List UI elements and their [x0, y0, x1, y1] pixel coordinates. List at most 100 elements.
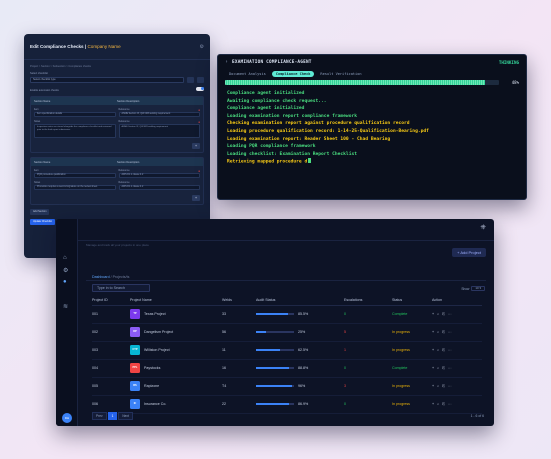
add-project-button[interactable]: + Add Project [452, 248, 486, 257]
page-size-select[interactable]: 10 ▾ [471, 286, 485, 291]
tab-compliance-check[interactable]: Compliance Check [271, 70, 315, 77]
field-reference-input[interactable]: ASME Section IX, QW-483 welding requirem… [118, 112, 200, 117]
breadcrumb-current: Projects/ts [112, 275, 130, 279]
home-icon[interactable]: ⌂ [63, 255, 67, 261]
layers-icon[interactable]: ≋ [63, 303, 68, 310]
field-reference-2-textarea[interactable]: ASME Section IX, QW-483 welding requirem… [118, 124, 200, 138]
search-icon[interactable]: ⌕ [437, 348, 440, 352]
copy-icon[interactable]: ⎘ [442, 366, 446, 370]
project-name-text[interactable]: Rapizone [144, 384, 159, 388]
more-icon[interactable]: ⋯ [448, 348, 453, 352]
checklist-type-select[interactable]: Select checklist type [30, 77, 184, 83]
terminal-log-line: Loading procedure qualification record: … [227, 128, 429, 134]
search-icon[interactable]: ⌕ [437, 384, 440, 388]
field-reference-input[interactable]: AWS D1.1 clause 4.2 [118, 173, 200, 178]
audit-percent: 85.5% [298, 312, 309, 316]
add-icon[interactable]: + [432, 366, 435, 370]
column-header-status[interactable]: Status [392, 296, 432, 306]
add-item-button[interactable]: + [192, 195, 200, 201]
update-checklist-button[interactable]: Update Checklist [30, 219, 55, 225]
search-icon[interactable]: ⌕ [437, 366, 440, 370]
field-notes-input[interactable]: Procedure requires a second signature on… [34, 185, 116, 190]
search-input[interactable]: Type in to Search [92, 284, 150, 292]
table-row[interactable]: 003 CTP Williston Project 11 62.5% 1 In progre… [92, 341, 482, 360]
row-actions: + ⌕ ⎘ ⋯ [432, 305, 482, 324]
checklist-type-label: Select checklist [30, 72, 48, 75]
pagination-page-1[interactable]: 1 [107, 412, 118, 420]
more-icon[interactable]: ⋯ [448, 384, 453, 388]
project-name-text[interactable]: Texas Project [144, 312, 166, 316]
terminal-log-line: Loading examination report compliance fr… [227, 113, 357, 119]
section-card: Section Name Section Description Item It… [30, 96, 204, 153]
copy-icon[interactable]: ⎘ [442, 312, 446, 316]
pagination-next[interactable]: Next [118, 412, 133, 420]
tab-result-verification[interactable]: Result Verification [316, 71, 365, 77]
column-header-audit-status[interactable]: Audit Status [256, 296, 344, 306]
add-icon[interactable]: + [432, 312, 435, 316]
field-notes: Notes Inspection notes are stored alongs… [34, 120, 116, 138]
settings-icon[interactable]: ⚙ [63, 267, 68, 274]
table-row[interactable]: 005 RS Rapizone T4 96% 3 In progress + ⌕ ⎘ ⋯ [92, 377, 482, 396]
terminal-log-line: Awaiting compliance check request... [227, 98, 327, 104]
cell-status: Complete [392, 359, 432, 378]
tab-document-analysis[interactable]: Document Analysis [225, 71, 270, 77]
breadcrumb-dashboard-link[interactable]: Dashboard [92, 275, 110, 279]
add-icon[interactable]: + [432, 402, 435, 406]
field-item-input[interactable]: Item specification details [34, 112, 116, 117]
search-icon[interactable]: ⌕ [437, 330, 440, 334]
auto-check-toggle[interactable] [196, 86, 204, 91]
column-header-welds[interactable]: Welds [222, 296, 256, 306]
table-row[interactable]: 006 IC Insurance Co. 22 86.9% 0 In progress + ⌕… [92, 395, 482, 414]
add-icon[interactable]: + [432, 330, 435, 334]
more-icon[interactable]: ⋯ [448, 366, 453, 370]
add-icon[interactable]: + [432, 348, 435, 352]
project-name-text[interactable]: Dangelism Project [144, 330, 173, 334]
projects-table: Project ID Project Name Welds Audit Stat… [92, 296, 482, 414]
info-icon[interactable]: ● [63, 279, 67, 285]
pagination-prev[interactable]: Prev [92, 412, 107, 420]
copy-icon[interactable]: ⎘ [442, 402, 446, 406]
checklist-add-button[interactable] [187, 77, 194, 83]
cell-escalations: 5 [344, 323, 392, 342]
add-icon[interactable]: + [432, 384, 435, 388]
project-name-text[interactable]: Williston Project [144, 348, 170, 352]
copy-icon[interactable]: ⎘ [442, 348, 446, 352]
delete-icon[interactable]: ● [198, 120, 200, 124]
toggle-row: Enable automatic checks [30, 85, 204, 92]
page-size-value: 10 [475, 286, 479, 290]
cell-escalations: 0 [344, 359, 392, 378]
cell-project-name: DP Dangelism Project [130, 323, 222, 342]
checklist-edit-button[interactable] [197, 77, 204, 83]
add-section-button[interactable]: Add Section [30, 209, 50, 215]
copy-icon[interactable]: ⎘ [442, 384, 446, 388]
column-header-escalations[interactable]: Escalations [344, 296, 392, 306]
table-row[interactable]: 002 DP Dangelism Project 56 25% 5 In progress +… [92, 323, 482, 342]
more-icon[interactable]: ⋯ [448, 402, 453, 406]
add-item-button[interactable]: + [192, 143, 200, 149]
project-name-text[interactable]: Insurance Co. [144, 402, 166, 406]
more-icon[interactable]: ⋯ [448, 330, 453, 334]
field-item-input[interactable]: PQR procedure qualification [34, 173, 116, 178]
field-reference-2-input[interactable]: AWS D1.1 clause 4.2 [118, 185, 200, 190]
settings-icon[interactable]: ⚙ [200, 44, 204, 50]
project-name-text[interactable]: Paystocks [144, 366, 160, 370]
column-header-project-id[interactable]: Project ID [92, 296, 130, 306]
delete-icon[interactable]: ● [198, 169, 200, 173]
project-logo-badge: RS [130, 381, 140, 391]
column-header-project-name[interactable]: Project Name [130, 296, 222, 306]
paperclip-icon[interactable]: ⎈ [480, 224, 486, 232]
audit-progress-bar [256, 367, 294, 369]
projects-table-body: 001 TP Texas Project 33 85.5% 0 Complete + ⌕ ⎘ … [92, 305, 482, 414]
field-reference-2-label-text: Reference [118, 120, 130, 123]
avatar[interactable]: DH [62, 413, 72, 423]
table-row[interactable]: 004 PPL Paystocks 16 88.8% 0 Complete + ⌕ ⎘ ⋯ [92, 359, 482, 378]
more-icon[interactable]: ⋯ [448, 312, 453, 316]
delete-icon[interactable]: ● [198, 108, 200, 112]
table-row[interactable]: 001 TP Texas Project 33 85.5% 0 Complete + ⌕ ⎘ … [92, 305, 482, 324]
copy-icon[interactable]: ⎘ [442, 330, 446, 334]
search-icon[interactable]: ⌕ [437, 402, 440, 406]
search-icon[interactable]: ⌕ [437, 312, 440, 316]
project-logo-badge: IC [130, 399, 140, 409]
field-notes-textarea[interactable]: Inspection notes are stored alongside th… [34, 124, 116, 138]
cell-status: In progress [392, 377, 432, 396]
